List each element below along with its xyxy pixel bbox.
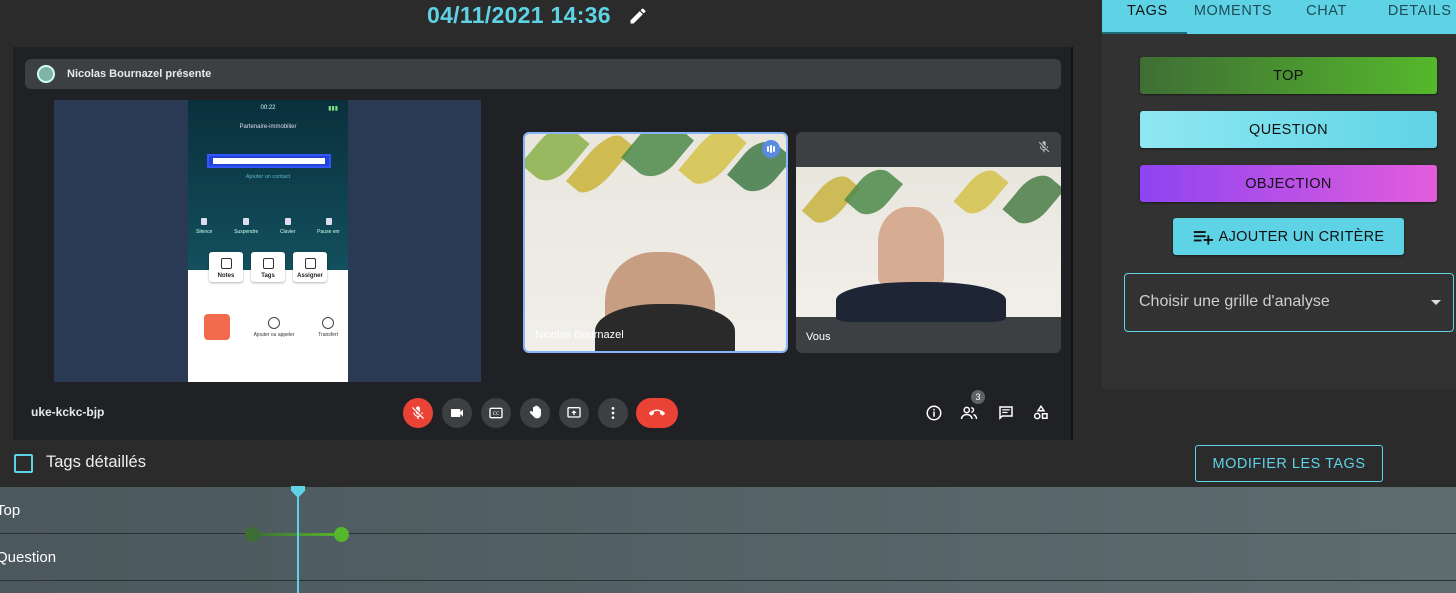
participant-count-badge: 3 <box>971 390 985 404</box>
phone-button: Assigner <box>293 252 327 282</box>
segment-start-handle[interactable] <box>245 527 260 542</box>
hand-icon <box>529 405 541 419</box>
participant-name: Vous <box>806 331 831 343</box>
speaking-indicator-icon <box>762 140 780 158</box>
analysis-grid-select[interactable]: Choisir une grille d'analyse <box>1124 273 1454 332</box>
detailed-tags-label: Tags détaillés <box>46 453 146 471</box>
segment-end-handle[interactable] <box>334 527 349 542</box>
tab-details[interactable]: DETAILS <box>1377 0 1452 34</box>
modify-tags-button[interactable]: MODIFIER LES TAGS <box>1195 445 1383 482</box>
dropdown-caret-icon <box>1431 300 1441 305</box>
playhead-handle-icon[interactable] <box>291 486 305 498</box>
svg-text:CC: CC <box>493 411 500 417</box>
presenter-label: Nicolas Bournazel présente <box>67 68 212 80</box>
tags-panel: TOP QUESTION OBJECTION AJOUTER UN CRITÈR… <box>1102 34 1456 389</box>
presenter-banner: Nicolas Bournazel présente <box>25 59 1061 89</box>
phone-control: Suspendre <box>234 218 258 235</box>
tag-objection-button[interactable]: OBJECTION <box>1140 165 1437 202</box>
playhead[interactable] <box>297 487 299 593</box>
detailed-tags-checkbox[interactable] <box>14 454 33 473</box>
camera-icon <box>451 409 463 417</box>
shapes-icon <box>1033 404 1048 420</box>
phone-hangup-icon <box>204 314 230 340</box>
avatar <box>37 65 55 83</box>
phone-hangup-icon <box>649 409 665 416</box>
phone-button: Notes <box>209 252 243 282</box>
hang-up-button[interactable] <box>636 398 678 428</box>
raise-hand-button[interactable] <box>520 398 550 428</box>
phone-number-field <box>207 154 331 168</box>
mic-off-icon <box>412 406 424 419</box>
analysis-grid-placeholder: Choisir une grille d'analyse <box>1139 293 1330 310</box>
activities-button[interactable] <box>1030 402 1052 424</box>
track-divider <box>0 580 1456 581</box>
track-label-question: Question <box>0 549 57 566</box>
captions-button[interactable]: CC <box>481 398 511 428</box>
meeting-recording: Nicolas Bournazel présente 00:22 ▮▮▮ Par… <box>13 47 1073 440</box>
present-screen-button[interactable] <box>559 398 589 428</box>
phone-call-action: Transfert <box>318 317 338 338</box>
phone-time: 00:22 <box>260 105 276 111</box>
tab-tags[interactable]: TAGS <box>1102 0 1187 34</box>
participant-name: Nicolas Bournazel <box>535 329 624 341</box>
mic-toggle-button[interactable] <box>403 398 433 428</box>
participants-button[interactable] <box>958 402 980 424</box>
info-icon <box>926 405 942 421</box>
add-criterion-button[interactable]: AJOUTER UN CRITÈRE <box>1173 218 1404 255</box>
signal-icon: ▮▮▮ <box>328 106 338 112</box>
info-button[interactable] <box>923 402 945 424</box>
more-vert-icon <box>611 407 615 419</box>
meeting-code: uke-kckc-bjp <box>31 405 105 419</box>
video-tile-vous: Vous <box>796 132 1061 353</box>
shared-screen: 00:22 ▮▮▮ Partenaire-immobilier Ajouter … <box>54 100 481 382</box>
phone-control: Pause enr <box>317 218 340 235</box>
track-label-top: Top <box>0 502 21 519</box>
phone-call-action: Ajouter ou appeler <box>254 317 295 338</box>
camera-toggle-button[interactable] <box>442 398 472 428</box>
tab-chat[interactable]: CHAT <box>1294 0 1377 34</box>
add-contact-link: Ajouter un contact <box>245 174 291 180</box>
add-criterion-label: AJOUTER UN CRITÈRE <box>1218 228 1385 245</box>
track-divider <box>0 533 1456 534</box>
sidebar-tabs: TAGS MOMENTS CHAT DETAILS <box>1102 0 1456 34</box>
phone-button: Tags <box>251 252 285 282</box>
phone-app-screen: 00:22 ▮▮▮ Partenaire-immobilier Ajouter … <box>188 100 348 382</box>
chat-button[interactable] <box>995 402 1017 424</box>
tag-top-button[interactable]: TOP <box>1140 57 1437 94</box>
playlist-add-icon <box>1193 230 1213 245</box>
muted-mic-icon <box>1038 141 1050 153</box>
chat-icon <box>999 406 1013 421</box>
more-options-button[interactable] <box>598 398 628 428</box>
people-icon <box>960 406 978 420</box>
phone-carrier: Partenaire-immobilier <box>239 124 297 130</box>
tag-question-button[interactable]: QUESTION <box>1140 111 1437 148</box>
video-tile-nicolas: Nicolas Bournazel <box>523 132 788 353</box>
recording-datetime: 04/11/2021 14:36 <box>427 2 611 28</box>
phone-control: Clavier <box>280 218 296 235</box>
tab-moments[interactable]: MOMENTS <box>1187 0 1294 34</box>
tag-timeline[interactable]: Top Question <box>0 486 1456 593</box>
pencil-icon[interactable] <box>628 6 648 26</box>
present-icon <box>567 407 581 418</box>
phone-control: Silence <box>196 218 212 235</box>
captions-icon: CC <box>489 407 503 419</box>
